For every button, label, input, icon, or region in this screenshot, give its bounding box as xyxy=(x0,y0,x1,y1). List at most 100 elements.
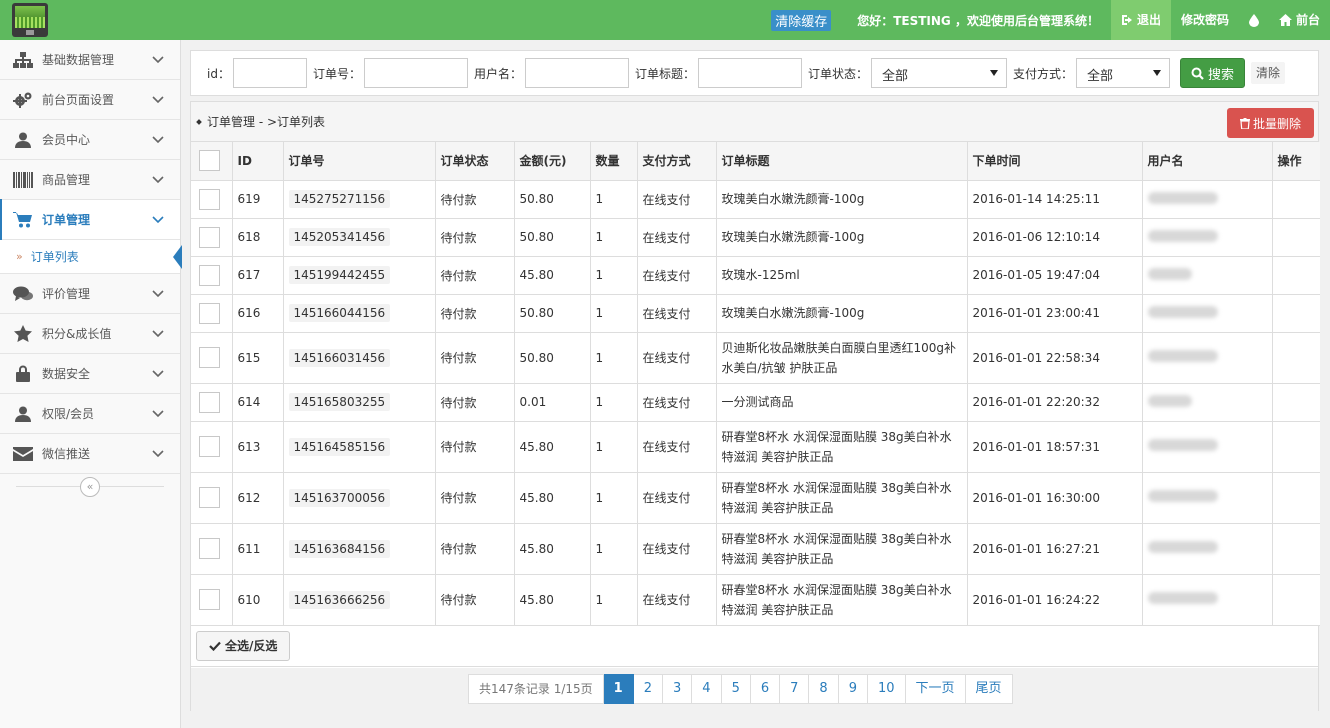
cell-amount: 45.80 xyxy=(513,573,591,626)
page-link-9[interactable]: 9 xyxy=(838,674,868,704)
next-page-link[interactable]: 下一页 xyxy=(905,674,966,704)
cell-order-time: 2016-01-01 22:20:32 xyxy=(966,382,1143,422)
order-title-input[interactable] xyxy=(698,58,802,88)
row-checkbox[interactable] xyxy=(199,487,220,508)
cell-status: 待付款 xyxy=(434,573,515,626)
sidebar-item-label: 权限/会员 xyxy=(42,407,95,421)
row-checkbox[interactable] xyxy=(199,391,220,413)
top-bar: 清除缓存 您好：TESTING ，欢迎使用后台管理系统！ 退出 修改密码 前台 xyxy=(0,0,1330,40)
last-page-link[interactable]: 尾页 xyxy=(965,674,1013,704)
batch-delete-button[interactable]: 批量删除 xyxy=(1227,108,1314,138)
row-select-cell xyxy=(191,255,233,295)
clear-button[interactable]: 清除 xyxy=(1251,62,1286,84)
page-link-5[interactable]: 5 xyxy=(721,674,751,704)
sidebar-item-wechat-push[interactable]: 微信推送 xyxy=(0,434,180,474)
sidebar-item-member-center[interactable]: 会员中心 xyxy=(0,120,180,160)
search-button[interactable]: 搜索 xyxy=(1180,58,1246,88)
sidebar-item-points-growth[interactable]: 积分&成长值 xyxy=(0,314,180,354)
header-id[interactable]: ID xyxy=(231,142,284,181)
header-title[interactable]: 订单标题 xyxy=(715,142,968,181)
cell-payment: 在线支付 xyxy=(636,331,717,384)
chevron-down-icon xyxy=(152,96,164,104)
page-link-10[interactable]: 10 xyxy=(867,674,906,704)
order-status-label: 订单状态： xyxy=(808,66,869,81)
page-link-7[interactable]: 7 xyxy=(780,674,810,704)
blurred-username xyxy=(1147,439,1218,451)
cell-quantity: 1 xyxy=(589,522,638,575)
payment-method-label: 支付方式： xyxy=(1013,66,1074,81)
cell-id: 616 xyxy=(231,293,284,333)
select-all-toggle-button[interactable]: 全选/反选 xyxy=(196,630,291,661)
row-checkbox[interactable] xyxy=(199,436,220,457)
cell-order-no-wrap: 145163666256 xyxy=(282,573,436,626)
cell-status: 待付款 xyxy=(434,217,515,257)
cell-amount: 0.01 xyxy=(513,382,591,422)
sidebar-item-frontend-settings[interactable]: 前台页面设置 xyxy=(0,80,180,120)
cell-status: 待付款 xyxy=(434,522,515,575)
header-quantity[interactable]: 数量 xyxy=(589,142,638,181)
header-status[interactable]: 订单状态 xyxy=(434,142,515,181)
payment-method-select[interactable]: 全部 xyxy=(1076,58,1171,88)
comments-icon xyxy=(12,284,34,304)
sidebar-collapse-row: « xyxy=(0,474,180,500)
row-select-cell xyxy=(191,179,233,219)
header-order-no[interactable]: 订单号 xyxy=(282,142,436,181)
frontend-link[interactable]: 前台 xyxy=(1269,0,1330,40)
sitemap-icon xyxy=(12,50,34,70)
clear-cache-button[interactable]: 清除缓存 xyxy=(771,9,832,31)
cell-username xyxy=(1141,293,1273,333)
cell-amount: 45.80 xyxy=(513,522,591,575)
cell-username xyxy=(1141,522,1273,575)
cell-actions xyxy=(1271,471,1320,524)
cell-order-no: 145199442455 xyxy=(288,266,391,284)
cell-order-no-wrap: 145163700056 xyxy=(282,471,436,524)
sidebar-item-permissions-members[interactable]: 权限/会员 xyxy=(0,394,180,434)
sidebar-item-product-management[interactable]: 商品管理 xyxy=(0,160,180,200)
order-status-select[interactable]: 全部 xyxy=(871,58,1008,88)
cell-id: 615 xyxy=(231,331,284,384)
page-link-3[interactable]: 3 xyxy=(663,674,693,704)
logout-button[interactable]: 退出 xyxy=(1110,0,1171,40)
cell-order-no-wrap: 145199442455 xyxy=(282,255,436,295)
page-link-8[interactable]: 8 xyxy=(809,674,839,704)
cell-order-time: 2016-01-01 16:27:21 xyxy=(966,522,1143,575)
change-password-link[interactable]: 修改密码 xyxy=(1171,0,1239,40)
page-link-1[interactable]: 1 xyxy=(603,674,634,704)
row-select-cell xyxy=(191,331,233,384)
sidebar-item-data-security[interactable]: 数据安全 xyxy=(0,354,180,394)
row-checkbox[interactable] xyxy=(199,589,220,610)
sidebar-item-order-management[interactable]: 订单管理 xyxy=(0,199,180,240)
row-checkbox[interactable] xyxy=(199,538,220,559)
chevron-down-icon xyxy=(152,216,164,224)
id-input[interactable] xyxy=(232,58,307,88)
header-payment[interactable]: 支付方式 xyxy=(636,142,717,181)
row-checkbox[interactable] xyxy=(199,226,220,248)
sidebar-item-basic-data[interactable]: 基础数据管理 xyxy=(0,40,180,80)
page-link-2[interactable]: 2 xyxy=(633,674,663,704)
username-input[interactable] xyxy=(524,58,629,88)
logo[interactable] xyxy=(12,3,48,37)
page-link-6[interactable]: 6 xyxy=(750,674,781,704)
barcode-icon xyxy=(12,170,34,190)
header-order-time[interactable]: 下单时间 xyxy=(966,142,1143,181)
order-no-input[interactable] xyxy=(363,58,468,88)
sidebar-item-label: 基础数据管理 xyxy=(42,53,115,67)
row-checkbox[interactable] xyxy=(199,302,220,324)
header-amount[interactable]: 金额(元) xyxy=(513,142,591,181)
top-right-nav: 清除缓存 您好：TESTING ，欢迎使用后台管理系统！ 退出 修改密码 前台 xyxy=(771,0,1330,40)
cell-title: 玫瑰水-125ml xyxy=(715,255,968,295)
theme-button[interactable] xyxy=(1239,0,1269,40)
header-username[interactable]: 用户名 xyxy=(1141,142,1273,181)
cell-order-no: 145163684156 xyxy=(288,539,391,558)
select-all-checkbox[interactable] xyxy=(199,150,220,172)
trash-icon xyxy=(1239,117,1250,129)
row-checkbox[interactable] xyxy=(199,347,220,368)
collapse-sidebar-icon[interactable]: « xyxy=(80,477,100,497)
row-checkbox[interactable] xyxy=(199,188,220,210)
row-checkbox[interactable] xyxy=(199,264,220,286)
cell-payment: 在线支付 xyxy=(636,217,717,257)
cell-id: 614 xyxy=(231,382,284,422)
sidebar-item-review-management[interactable]: 评价管理 xyxy=(0,274,180,314)
page-link-4[interactable]: 4 xyxy=(692,674,722,704)
sidebar-subitem-order-list[interactable]: » 订单列表 xyxy=(0,240,182,274)
